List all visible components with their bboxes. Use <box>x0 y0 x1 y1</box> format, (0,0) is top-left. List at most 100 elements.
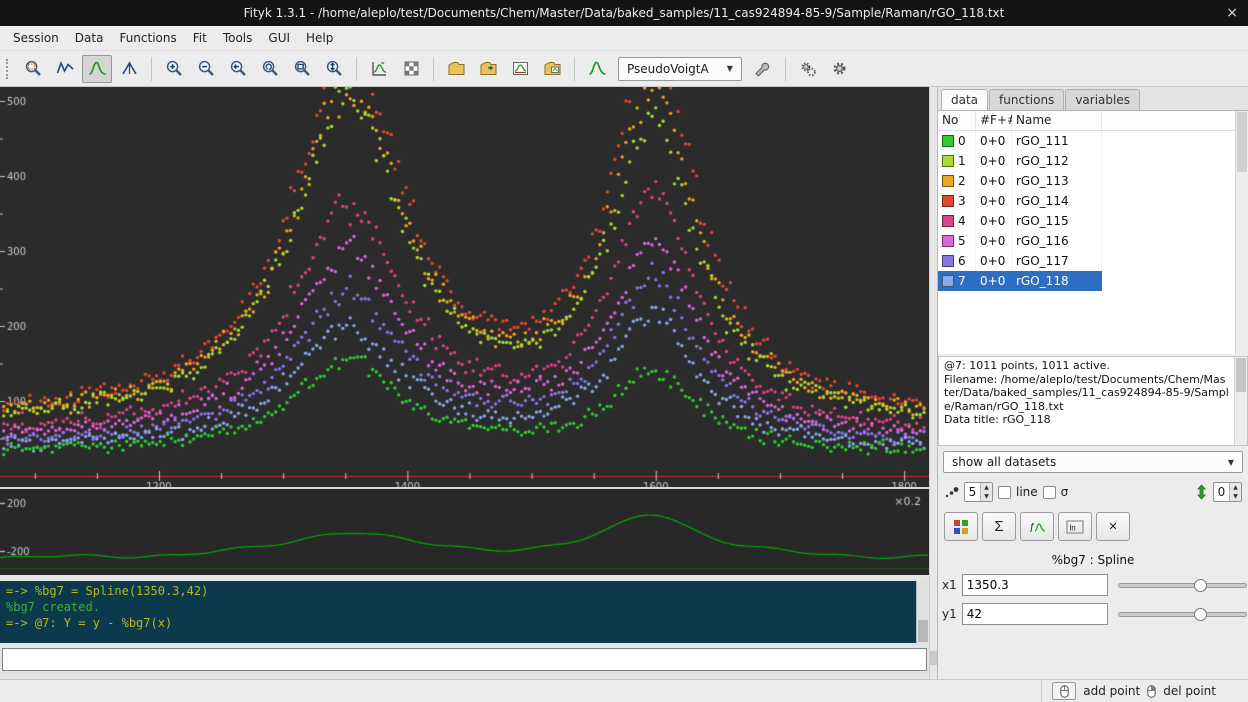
dataset-color-swatch[interactable] <box>942 135 954 147</box>
dataset-number: 0 <box>958 132 966 151</box>
dataset-name: rGO_115 <box>1012 211 1102 231</box>
tab-data[interactable]: data <box>941 89 988 110</box>
tab-variables[interactable]: variables <box>1065 89 1140 110</box>
dataset-row[interactable]: 1 0+0 rGO_112 <box>938 151 1248 171</box>
spinner-steps[interactable]: ▲▼ <box>980 483 992 501</box>
param-y1-slider[interactable] <box>1118 604 1247 624</box>
dataset-number: 2 <box>958 172 966 191</box>
plot-scroll-thumb[interactable] <box>930 651 937 665</box>
zoom-in-button[interactable] <box>159 55 189 83</box>
background-checker-button[interactable] <box>396 55 426 83</box>
param-y1-input[interactable] <box>962 603 1108 625</box>
show-datasets-dropdown[interactable]: show all datasets ▼ <box>943 451 1243 473</box>
console-scroll-thumb[interactable] <box>918 620 928 642</box>
sigma-checkbox[interactable] <box>1043 486 1056 499</box>
menu-gui[interactable]: GUI <box>260 28 298 48</box>
dataset-color-swatch[interactable] <box>942 155 954 167</box>
add-linear-mode-button[interactable] <box>114 55 144 83</box>
param-x1-slider[interactable] <box>1118 575 1247 595</box>
zoom-undo-button[interactable] <box>255 55 285 83</box>
spinner-steps[interactable]: ▲▼ <box>1229 483 1241 501</box>
menu-fit[interactable]: Fit <box>185 28 215 48</box>
console-scrollbar[interactable] <box>916 581 929 643</box>
mouse-hint-button[interactable] <box>1052 682 1076 700</box>
function-type-dropdown[interactable]: PseudoVoigtA ▼ <box>618 57 742 81</box>
dataset-table-scrollbar[interactable] <box>1235 111 1248 354</box>
zoom-vertical-button[interactable] <box>319 55 349 83</box>
add-function-button[interactable] <box>582 55 612 83</box>
dataset-color-swatch[interactable] <box>942 235 954 247</box>
dataset-number: 4 <box>958 212 966 231</box>
dataset-row[interactable]: 0 0+0 rGO_111 <box>938 131 1248 151</box>
dataset-name: rGO_113 <box>1012 171 1102 191</box>
dataset-color-swatch[interactable] <box>942 175 954 187</box>
tab-functions[interactable]: functions <box>989 89 1064 110</box>
spin-down-icon[interactable]: ▼ <box>981 492 992 501</box>
baseline-handling-button[interactable]: = <box>364 55 394 83</box>
menu-functions[interactable]: Functions <box>111 28 184 48</box>
data-range-mode-button[interactable] <box>50 55 80 83</box>
del-point-hint: del point <box>1163 684 1216 698</box>
fit-options-button[interactable] <box>825 55 855 83</box>
console-output: =-> %bg7 = Spline(1350.3,42)%bg7 created… <box>0 581 929 643</box>
color-grid-button[interactable] <box>944 512 978 541</box>
spin-up-icon[interactable]: ▲ <box>981 483 992 492</box>
run-fit-button[interactable] <box>793 55 823 83</box>
dataset-color-swatch[interactable] <box>942 275 954 287</box>
dataset-row[interactable]: 2 0+0 rGO_113 <box>938 171 1248 191</box>
settings-wrench-button[interactable] <box>748 55 778 83</box>
info-scrollbar[interactable] <box>1234 357 1247 445</box>
param-x1-input[interactable] <box>962 574 1108 596</box>
menu-tools[interactable]: Tools <box>215 28 261 48</box>
info-scroll-thumb[interactable] <box>1236 358 1246 392</box>
plot-column: =-> %bg7 = Spline(1350.3,42)%bg7 created… <box>0 87 929 679</box>
plot-functions-button[interactable]: ƒ <box>1020 512 1054 541</box>
menu-data[interactable]: Data <box>67 28 112 48</box>
open-file-button[interactable] <box>441 55 471 83</box>
svg-text:ln: ln <box>1070 523 1076 532</box>
shift-value: 0 <box>1214 483 1229 501</box>
aux-plot-canvas[interactable] <box>0 489 929 575</box>
console-lines: =-> %bg7 = Spline(1350.3,42)%bg7 created… <box>0 581 929 633</box>
dataset-row[interactable]: 7 0+0 rGO_118 <box>938 271 1248 291</box>
console-line: %bg7 created. <box>6 599 923 615</box>
close-icon[interactable]: × <box>1226 0 1238 26</box>
function-label: %bg7 : Spline <box>938 553 1248 567</box>
dataset-row[interactable]: 3 0+0 rGO_114 <box>938 191 1248 211</box>
dataset-row[interactable]: 4 0+0 rGO_115 <box>938 211 1248 231</box>
dataset-color-swatch[interactable] <box>942 195 954 207</box>
console-line: =-> %bg7 = Spline(1350.3,42) <box>6 583 923 599</box>
dataset-row[interactable]: 5 0+0 rGO_116 <box>938 231 1248 251</box>
log-scale-button[interactable]: ln <box>1058 512 1092 541</box>
plot-toggle-buttons: Σ ƒ ln × <box>944 512 1242 541</box>
export-data-button[interactable] <box>473 55 503 83</box>
point-size-spinner[interactable]: 5 ▲▼ <box>964 482 993 502</box>
save-session-button[interactable] <box>537 55 567 83</box>
zoom-previous-button[interactable] <box>223 55 253 83</box>
save-image-button[interactable] <box>505 55 535 83</box>
main-plot-canvas[interactable] <box>0 87 929 487</box>
close-panel-button[interactable]: × <box>1096 512 1130 541</box>
menu-help[interactable]: Help <box>298 28 341 48</box>
zoom-all-button[interactable] <box>287 55 317 83</box>
toolbar-grip[interactable] <box>6 59 11 79</box>
line-checkbox[interactable] <box>998 486 1011 499</box>
zoom-out-button[interactable] <box>191 55 221 83</box>
plot-sum-button[interactable]: Σ <box>982 512 1016 541</box>
chevron-down-icon: ▼ <box>1228 458 1234 467</box>
plot-scrollbar[interactable] <box>929 87 937 679</box>
zoom-mode-button[interactable] <box>18 55 48 83</box>
menu-session[interactable]: Session <box>5 28 67 48</box>
dataset-number: 1 <box>958 152 966 171</box>
dataset-color-swatch[interactable] <box>942 215 954 227</box>
dataset-color-swatch[interactable] <box>942 255 954 267</box>
dataset-name: rGO_114 <box>1012 191 1102 211</box>
spin-down-icon[interactable]: ▼ <box>1230 492 1241 501</box>
dataset-table-scroll-thumb[interactable] <box>1237 112 1247 172</box>
command-input[interactable] <box>2 648 927 671</box>
spin-up-icon[interactable]: ▲ <box>1230 483 1241 492</box>
shift-spinner[interactable]: 0 ▲▼ <box>1213 482 1242 502</box>
svg-text:=: = <box>381 61 385 67</box>
dataset-row[interactable]: 6 0+0 rGO_117 <box>938 251 1248 271</box>
add-peak-mode-button[interactable] <box>82 55 112 83</box>
